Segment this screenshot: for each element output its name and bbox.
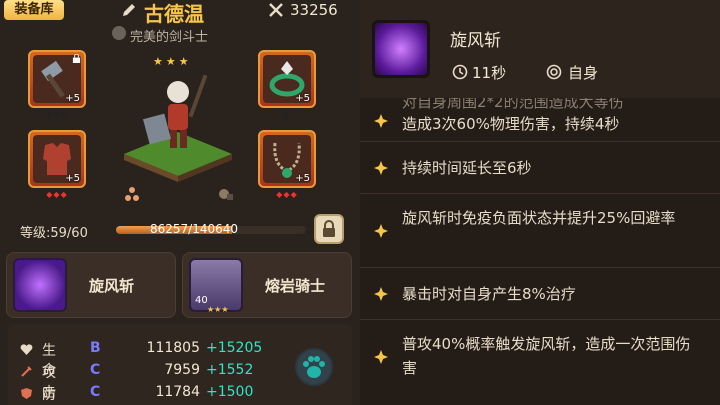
target-icon bbox=[546, 64, 562, 80]
star-bullet-icon bbox=[374, 161, 388, 175]
pencil-icon[interactable] bbox=[120, 1, 138, 19]
stat-value: 7959 bbox=[164, 362, 200, 378]
skill-card-lava-knight[interactable]: 40 ★★★ 熔岩骑士 bbox=[182, 252, 352, 318]
effect-text: 旋风斩时免疫负面状态并提升25%回避率 bbox=[402, 209, 676, 227]
star-bullet-icon bbox=[374, 114, 388, 128]
effect-row: 旋风斩时免疫负面状态并提升25%回避率 bbox=[360, 194, 720, 268]
hero-sprite bbox=[143, 74, 208, 148]
effect-text: 造成3次60%物理伤害，持续4秒 bbox=[402, 115, 620, 133]
heart-icon bbox=[20, 344, 33, 355]
lock-icon bbox=[323, 220, 335, 237]
enhance-level: +5 bbox=[65, 173, 80, 184]
card-level: 40 bbox=[195, 295, 208, 306]
stat-bonus: +1552 bbox=[206, 362, 254, 378]
equip-slot-weapon[interactable]: +5 bbox=[28, 50, 86, 108]
shield-icon bbox=[21, 388, 32, 399]
slot-rank-gems: ◆◆◆ bbox=[46, 190, 68, 199]
stat-value: 111805 bbox=[146, 340, 200, 356]
effect-row: 持续时间延长至6秒 bbox=[360, 142, 720, 194]
star-bullet-icon bbox=[374, 224, 388, 238]
skill-header: 旋风斩 11秒 自身 bbox=[360, 0, 720, 98]
hero-panel: 装备库 古德温 完美的剑斗士 33256 +5 ◆◆◆ +5 ◆ +5 ◆◆◆ … bbox=[0, 0, 360, 405]
skill-card-label: 熔岩骑士 bbox=[265, 277, 326, 295]
clock-icon bbox=[452, 64, 468, 80]
crossed-swords-icon bbox=[269, 3, 283, 17]
stat-grade: B bbox=[90, 340, 101, 356]
effect-row: 普攻40%概率触发旋风斩，造成一次范围伤害 bbox=[360, 320, 720, 394]
skill-detail-panel: 旋风斩 11秒 自身 对自身周围2*2的范围造成大等伤 造成3次60%物理伤害，… bbox=[360, 0, 720, 405]
skill-tree-icon[interactable] bbox=[124, 186, 140, 202]
effect-row: 暴击时对自身产生8%治疗 bbox=[360, 268, 720, 320]
whirlwind-icon bbox=[372, 20, 430, 78]
stat-name: 防御 bbox=[42, 387, 56, 403]
combat-power: 33256 bbox=[290, 1, 338, 19]
enhance-level: +5 bbox=[295, 93, 310, 104]
star-bullet-icon bbox=[374, 350, 388, 364]
slot-rank-gems: ◆◆◆ bbox=[46, 110, 68, 119]
stat-grade: C bbox=[90, 384, 101, 400]
slot-rank-gems: ◆ bbox=[283, 110, 291, 119]
hero-title: 完美的剑斗士 bbox=[130, 30, 209, 45]
card-stars: ★★★ bbox=[207, 305, 229, 314]
whirlwind-icon bbox=[13, 258, 67, 312]
stat-bonus: +1500 bbox=[206, 384, 254, 400]
equip-slot-armor[interactable]: +5 bbox=[28, 130, 86, 188]
stat-grade: C bbox=[90, 362, 101, 378]
effect-row: 对自身周围2*2的范围造成大等伤 造成3次60%物理伤害，持续4秒 bbox=[360, 98, 720, 142]
hero-level: 等级:59/60 bbox=[20, 226, 88, 241]
equipment-swap-icon[interactable] bbox=[218, 186, 234, 202]
effects-list[interactable]: 对自身周围2*2的范围造成大等伤 造成3次60%物理伤害，持续4秒 持续时间延长… bbox=[360, 98, 720, 405]
stat-bonus: +15205 bbox=[206, 340, 263, 356]
gear-library-tab[interactable]: 装备库 bbox=[4, 0, 64, 20]
enhance-level: +5 bbox=[295, 173, 310, 184]
title-badge-icon bbox=[112, 26, 126, 40]
xp-text: 86257/140640 bbox=[150, 222, 239, 236]
star-bullet-icon bbox=[374, 287, 388, 301]
enhance-level: +5 bbox=[65, 93, 80, 104]
effect-text: 持续时间延长至6秒 bbox=[402, 159, 532, 177]
paw-icon bbox=[303, 356, 325, 378]
slot-rank-gems: ◆◆◆ bbox=[276, 190, 298, 199]
sword-icon bbox=[21, 366, 32, 377]
hero-name: 古德温 bbox=[144, 2, 204, 26]
skill-target: 自身 bbox=[568, 64, 599, 82]
pet-button[interactable] bbox=[295, 348, 333, 386]
lock-button[interactable] bbox=[314, 214, 344, 244]
stat-value: 11784 bbox=[155, 384, 200, 400]
skill-card-label: 旋风斩 bbox=[89, 277, 135, 295]
lock-icon bbox=[72, 54, 81, 63]
equip-slot-necklace[interactable]: +5 bbox=[258, 130, 316, 188]
hero-stars: ★★★ bbox=[153, 55, 192, 68]
effect-text: 普攻40%概率触发旋风斩，造成一次范围伤害 bbox=[402, 335, 691, 377]
equip-slot-ring[interactable]: +5 bbox=[258, 50, 316, 108]
skill-name: 旋风斩 bbox=[450, 31, 501, 51]
skill-card-whirlwind[interactable]: 旋风斩 bbox=[6, 252, 176, 318]
effect-text: 暴击时对自身产生8%治疗 bbox=[402, 285, 576, 303]
skill-cooldown: 11秒 bbox=[472, 64, 507, 82]
